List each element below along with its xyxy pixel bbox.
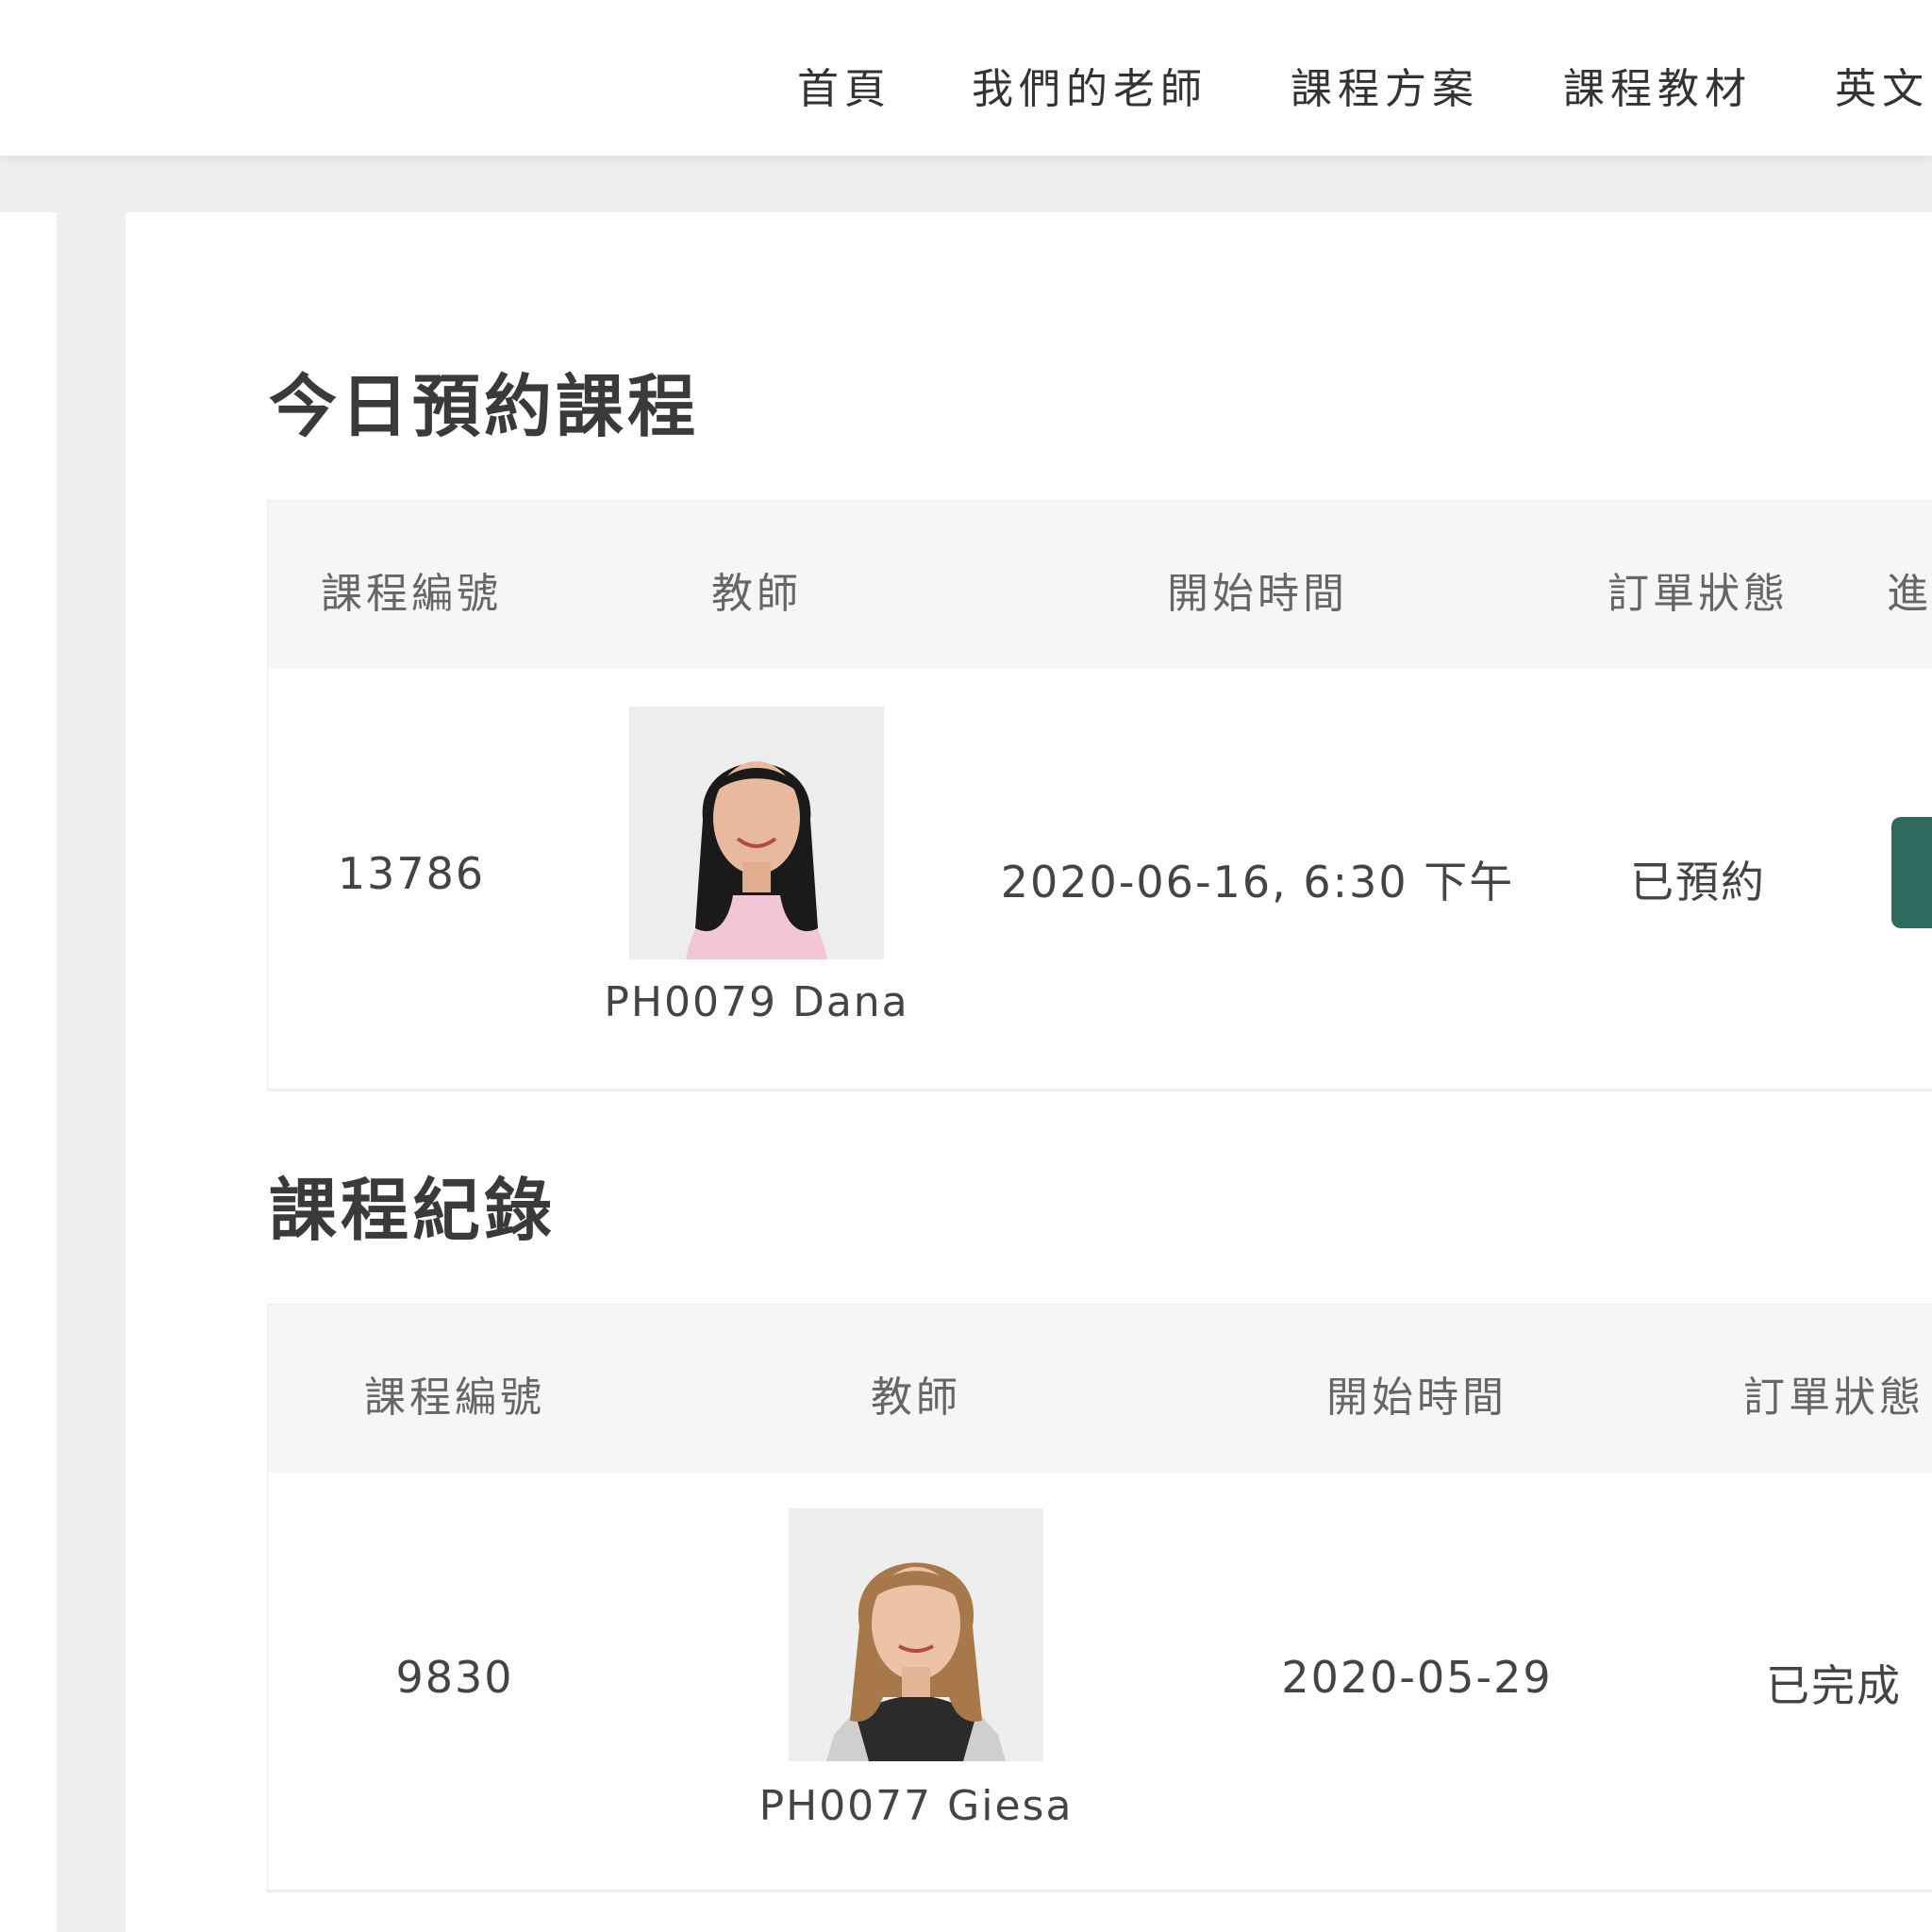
col-header-enter: 進 [1887, 570, 1932, 618]
col-header-order-status: 訂單狀態 [1743, 1374, 1924, 1422]
course-id-cell: 9830 [395, 1652, 514, 1703]
col-header-course-id: 課程編號 [321, 570, 502, 618]
nav-item-plans[interactable]: 課程方案 [1291, 55, 1479, 115]
col-header-order-status: 訂單狀態 [1607, 570, 1789, 618]
col-header-start-time: 開始時間 [1326, 1374, 1507, 1422]
history-table: 課程編號 教師 開始時間 訂單狀態 9830 PH0077 Giesa 2020… [267, 1304, 1932, 1892]
teacher-portrait-icon [789, 1508, 1043, 1761]
col-header-teacher: 教師 [711, 570, 802, 618]
status-cell: 已預約 [1630, 857, 1766, 908]
status-cell: 已完成 [1766, 1660, 1902, 1711]
teacher-name[interactable]: PH0077 Giesa [759, 1782, 1074, 1830]
top-nav-bar: 首頁 我們的老師 課程方案 課程教材 英文 [0, 0, 1932, 156]
today-section-title: 今日預約課程 [269, 367, 700, 446]
col-header-start-time: 開始時間 [1167, 570, 1348, 618]
teacher-photo[interactable] [629, 707, 884, 959]
start-time-cell: 2020-05-29 [1281, 1652, 1553, 1703]
col-header-teacher: 教師 [871, 1374, 961, 1422]
nav-item-teachers[interactable]: 我們的老師 [972, 55, 1208, 115]
start-time-cell: 2020-06-16, 6:30 下午 [1000, 857, 1515, 908]
teacher-photo[interactable] [789, 1508, 1043, 1761]
col-header-course-id: 課程編號 [364, 1374, 545, 1422]
history-section-title: 課程紀錄 [269, 1171, 557, 1250]
nav-item-english[interactable]: 英文 [1835, 55, 1929, 115]
nav-item-home[interactable]: 首頁 [797, 55, 891, 115]
today-table-header: 課程編號 教師 開始時間 訂單狀態 進 [268, 501, 1932, 669]
teacher-portrait-icon [629, 707, 884, 959]
enter-class-button[interactable] [1891, 817, 1932, 928]
course-id-cell: 13786 [337, 848, 486, 899]
main-nav: 首頁 我們的老師 課程方案 課程教材 英文 [0, 55, 1932, 113]
history-table-header: 課程編號 教師 開始時間 訂單狀態 [268, 1305, 1932, 1473]
today-table: 課程編號 教師 開始時間 訂單狀態 進 13786 PH0079 Dana 20… [267, 500, 1932, 1091]
nav-item-materials[interactable]: 課程教材 [1563, 55, 1752, 115]
left-sidebar-panel [0, 212, 57, 1932]
teacher-name[interactable]: PH0079 Dana [604, 978, 908, 1026]
